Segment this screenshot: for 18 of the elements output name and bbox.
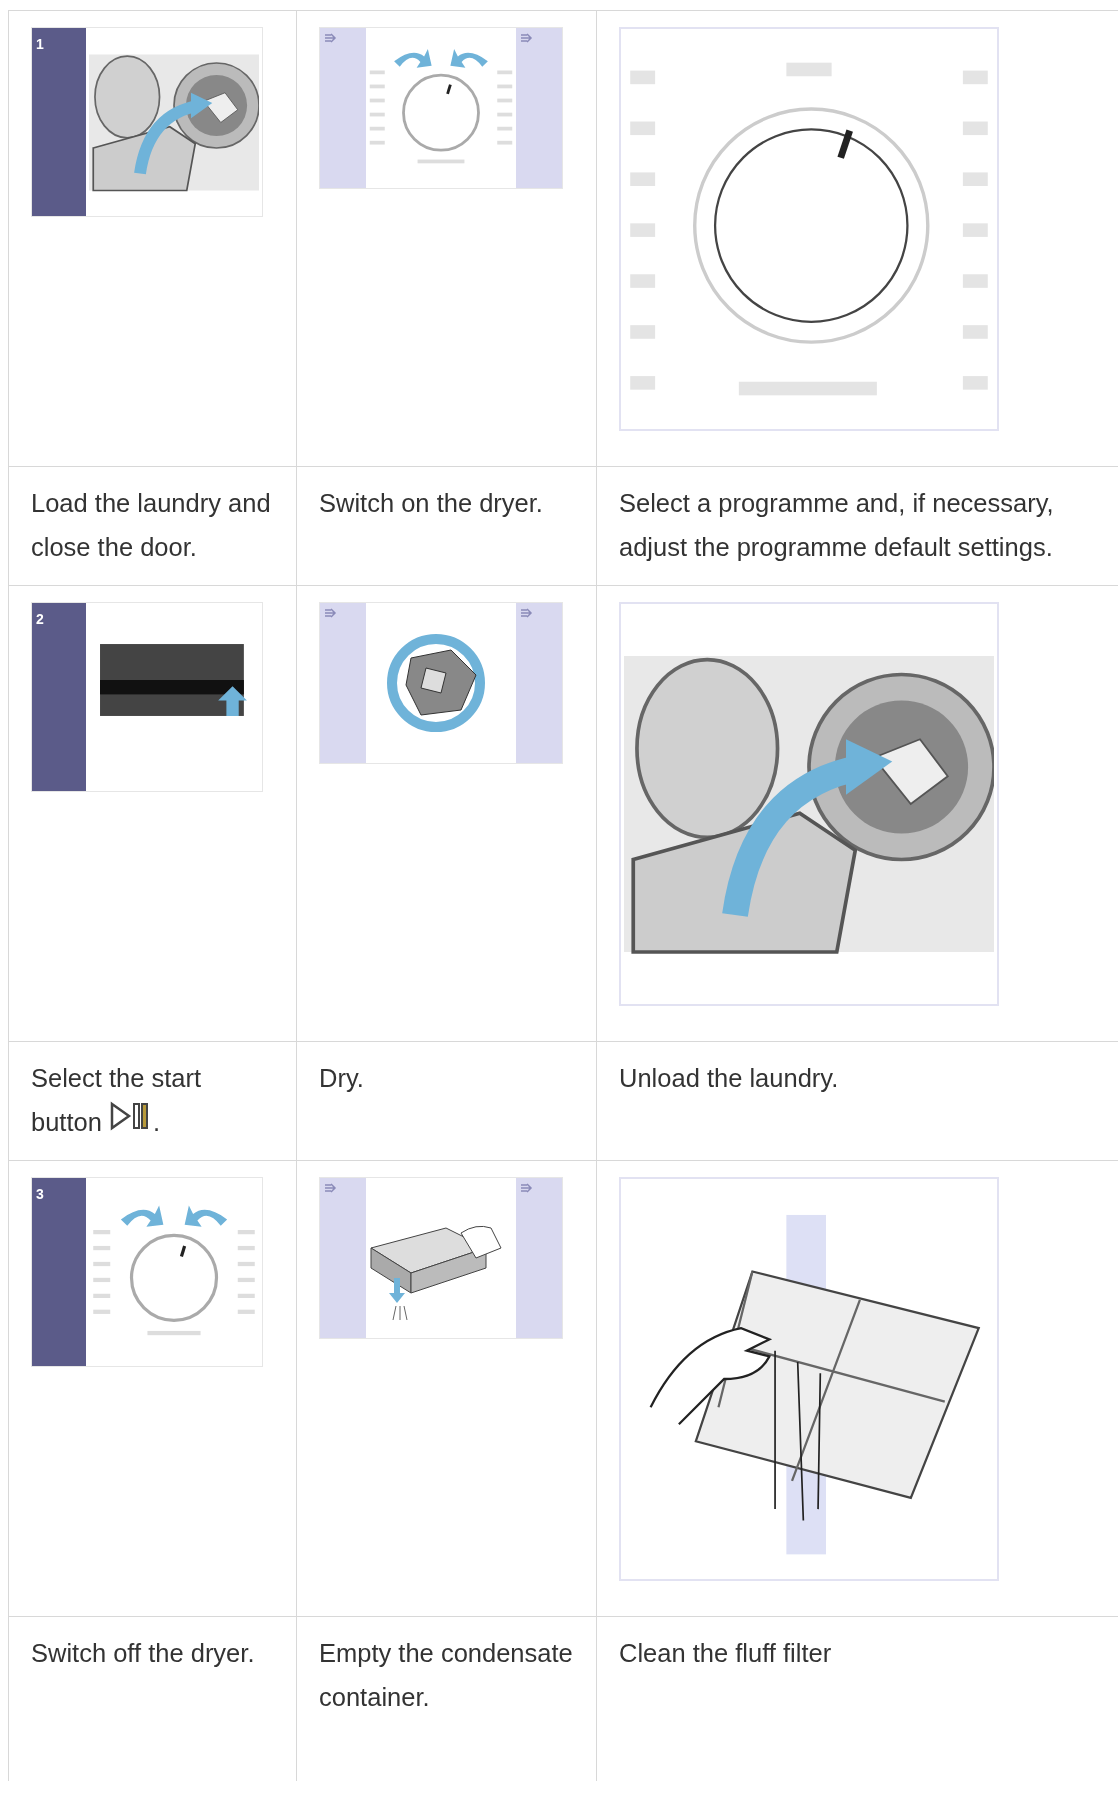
step-caption: Unload the laundry. xyxy=(619,1063,840,1094)
step-caption: Clean the fluff filter xyxy=(619,1638,833,1669)
step-caption: Empty the condensate container. xyxy=(319,1638,574,1713)
step-caption: Switch off the dryer. xyxy=(31,1638,256,1669)
arrow-right-icon xyxy=(520,607,534,619)
arrow-right-icon xyxy=(324,607,338,619)
step-caption: Switch on the dryer. xyxy=(319,488,544,519)
step-number: 1 xyxy=(36,36,44,52)
step-number: 3 xyxy=(36,1186,44,1202)
step-caption: Dry. xyxy=(319,1063,365,1094)
step-caption: Select a programme and, if necessary, adjust the programme default settings. xyxy=(619,488,1055,563)
arrow-right-icon xyxy=(520,1182,534,1194)
step-caption: Load the laundry and close the door. xyxy=(31,488,272,563)
arrow-right-icon xyxy=(324,32,338,44)
arrow-right-icon xyxy=(324,1182,338,1194)
arrow-right-icon xyxy=(520,32,534,44)
step-caption: Select the start button . xyxy=(31,1063,203,1138)
step-number: 2 xyxy=(36,611,44,627)
